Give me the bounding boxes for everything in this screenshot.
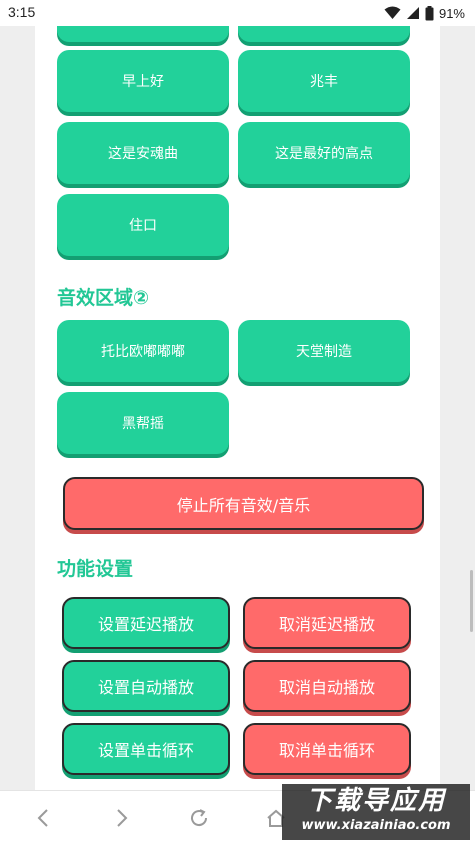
battery-percent: 91% xyxy=(438,5,465,21)
scrollbar-thumb[interactable] xyxy=(470,570,473,632)
stop-all-button[interactable]: 停止所有音效/音乐 xyxy=(63,477,424,530)
status-bar: 3:15 91% xyxy=(0,0,475,26)
sound-button-made-in-heaven[interactable]: 天堂制造 xyxy=(238,320,410,382)
cancel-autoplay-button[interactable]: 取消自动播放 xyxy=(243,660,411,712)
battery-icon xyxy=(425,5,434,20)
cancel-delay-play-button[interactable]: 取消延迟播放 xyxy=(243,597,411,649)
section-heading-function-settings: 功能设置 xyxy=(57,558,134,580)
sound-button-shut-up[interactable]: 住口 xyxy=(57,194,229,256)
sound-button-tobio[interactable]: 托比欧嘟嘟嘟 xyxy=(57,320,229,382)
sound-button-gangster-shake[interactable]: 黑帮摇 xyxy=(57,392,229,454)
sound-button-zhaofeng[interactable]: 兆丰 xyxy=(238,50,410,112)
set-autoplay-button[interactable]: 设置自动播放 xyxy=(62,660,230,712)
page-content: 早上好 兆丰 这是安魂曲 这是最好的高点 住口 音效区域② 托比欧嘟嘟嘟 天堂制… xyxy=(35,0,440,790)
set-delay-play-button[interactable]: 设置延迟播放 xyxy=(62,597,230,649)
wifi-icon xyxy=(384,6,401,19)
watermark-logo: 下载导应用 www.xiazainiao.com xyxy=(282,784,470,840)
watermark-title: 下载导应用 xyxy=(305,786,446,816)
forward-icon[interactable] xyxy=(110,807,132,829)
set-click-loop-button[interactable]: 设置单击循环 xyxy=(62,723,230,775)
sound-button-requiem[interactable]: 这是安魂曲 xyxy=(57,122,229,184)
cancel-click-loop-button[interactable]: 取消单击循环 xyxy=(243,723,411,775)
section-heading-sounds-2: 音效区域② xyxy=(57,287,150,309)
signal-icon xyxy=(406,7,419,19)
sound-button-good-morning[interactable]: 早上好 xyxy=(57,50,229,112)
status-icons: 91% xyxy=(384,4,465,22)
sound-button-best-high[interactable]: 这是最好的高点 xyxy=(238,122,410,184)
watermark-url: www.xiazainiao.com xyxy=(301,818,451,833)
status-time: 3:15 xyxy=(8,4,36,20)
refresh-icon[interactable] xyxy=(188,807,210,829)
back-icon[interactable] xyxy=(33,807,55,829)
